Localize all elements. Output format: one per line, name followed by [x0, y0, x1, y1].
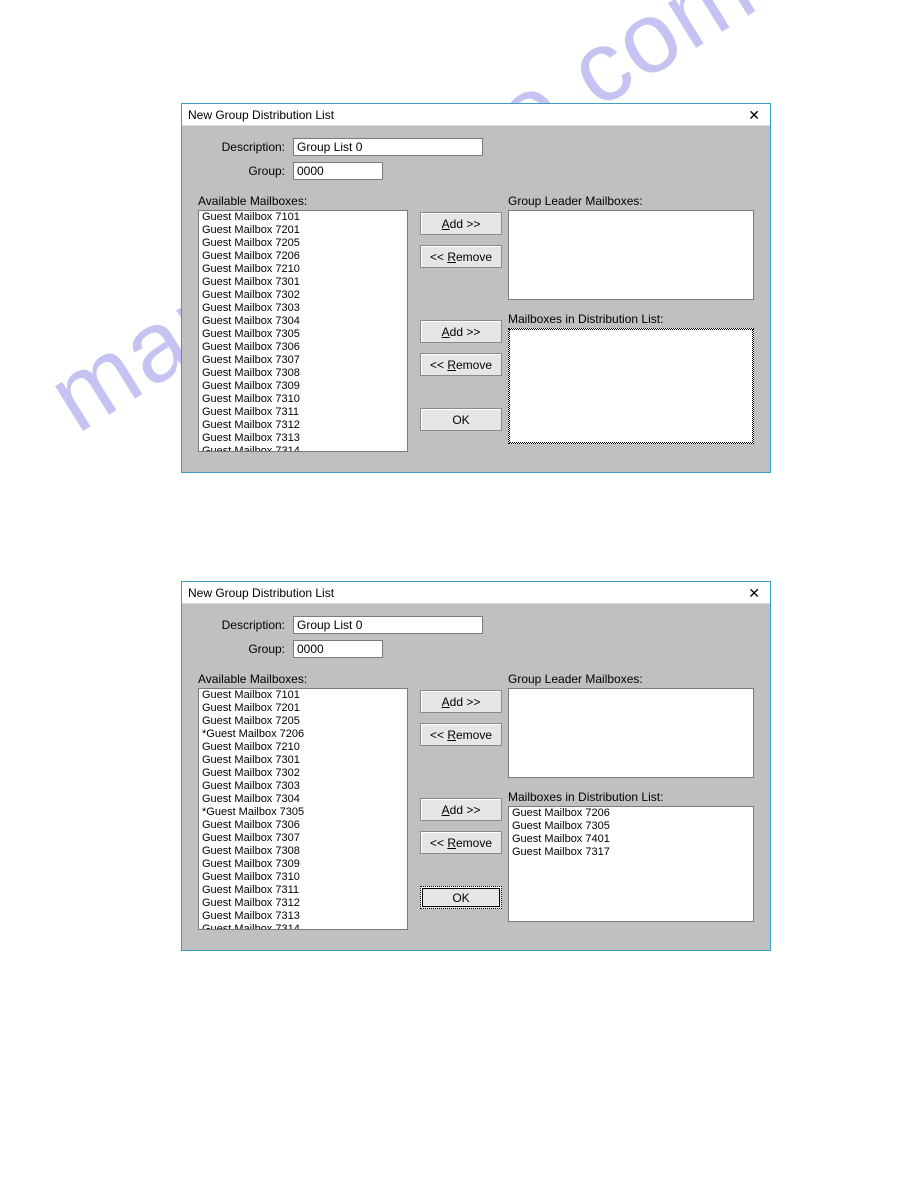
- add-dist-button[interactable]: Add >>: [420, 798, 502, 821]
- titlebar: New Group Distribution List ✕: [182, 582, 770, 604]
- list-item[interactable]: Guest Mailbox 7309: [199, 380, 407, 393]
- add-leader-button[interactable]: Add >>: [420, 690, 502, 713]
- group-label: Group:: [198, 164, 293, 178]
- list-item[interactable]: Guest Mailbox 7301: [199, 754, 407, 767]
- description-input[interactable]: [293, 138, 483, 156]
- list-item[interactable]: Guest Mailbox 7304: [199, 793, 407, 806]
- group-leader-list[interactable]: [508, 688, 754, 778]
- window-title: New Group Distribution List: [188, 586, 334, 600]
- group-leader-list[interactable]: [508, 210, 754, 300]
- list-item[interactable]: Guest Mailbox 7304: [199, 315, 407, 328]
- window-title: New Group Distribution List: [188, 108, 334, 122]
- available-mailboxes-list[interactable]: Guest Mailbox 7101Guest Mailbox 7201Gues…: [198, 210, 408, 452]
- list-item[interactable]: Guest Mailbox 7314: [199, 923, 407, 930]
- group-label: Group:: [198, 642, 293, 656]
- titlebar: New Group Distribution List ✕: [182, 104, 770, 126]
- list-item[interactable]: Guest Mailbox 7314: [199, 445, 407, 452]
- list-item[interactable]: Guest Mailbox 7308: [199, 367, 407, 380]
- list-item[interactable]: Guest Mailbox 7312: [199, 897, 407, 910]
- available-mailboxes-label: Available Mailboxes:: [198, 194, 408, 208]
- list-item[interactable]: Guest Mailbox 7205: [199, 715, 407, 728]
- dist-list[interactable]: Guest Mailbox 7206Guest Mailbox 7305Gues…: [508, 806, 754, 922]
- remove-leader-button[interactable]: << Remove: [420, 723, 502, 746]
- group-leader-label: Group Leader Mailboxes:: [508, 672, 754, 686]
- list-item[interactable]: Guest Mailbox 7311: [199, 884, 407, 897]
- list-item[interactable]: Guest Mailbox 7201: [199, 224, 407, 237]
- add-leader-button[interactable]: Add >>: [420, 212, 502, 235]
- list-item[interactable]: Guest Mailbox 7310: [199, 871, 407, 884]
- list-item[interactable]: Guest Mailbox 7306: [199, 341, 407, 354]
- available-mailboxes-label: Available Mailboxes:: [198, 672, 408, 686]
- list-item[interactable]: Guest Mailbox 7303: [199, 302, 407, 315]
- list-item[interactable]: Guest Mailbox 7313: [199, 910, 407, 923]
- list-item[interactable]: Guest Mailbox 7101: [199, 689, 407, 702]
- list-item[interactable]: Guest Mailbox 7317: [509, 846, 753, 859]
- dist-list-label: Mailboxes in Distribution List:: [508, 790, 754, 804]
- add-dist-button[interactable]: Add >>: [420, 320, 502, 343]
- list-item[interactable]: Guest Mailbox 7306: [199, 819, 407, 832]
- list-item[interactable]: Guest Mailbox 7312: [199, 419, 407, 432]
- list-item[interactable]: Guest Mailbox 7210: [199, 263, 407, 276]
- ok-button[interactable]: OK: [420, 886, 502, 909]
- group-input[interactable]: [293, 162, 383, 180]
- dist-list[interactable]: [508, 328, 754, 444]
- list-item[interactable]: Guest Mailbox 7307: [199, 354, 407, 367]
- list-item[interactable]: Guest Mailbox 7310: [199, 393, 407, 406]
- ok-button[interactable]: OK: [420, 408, 502, 431]
- group-leader-label: Group Leader Mailboxes:: [508, 194, 754, 208]
- list-item[interactable]: Guest Mailbox 7401: [509, 833, 753, 846]
- remove-dist-button[interactable]: << Remove: [420, 831, 502, 854]
- close-icon[interactable]: ✕: [744, 108, 764, 122]
- available-mailboxes-list[interactable]: Guest Mailbox 7101Guest Mailbox 7201Gues…: [198, 688, 408, 930]
- description-input[interactable]: [293, 616, 483, 634]
- remove-dist-button[interactable]: << Remove: [420, 353, 502, 376]
- list-item[interactable]: Guest Mailbox 7205: [199, 237, 407, 250]
- list-item[interactable]: Guest Mailbox 7305: [509, 820, 753, 833]
- list-item[interactable]: *Guest Mailbox 7206: [199, 728, 407, 741]
- list-item[interactable]: *Guest Mailbox 7305: [199, 806, 407, 819]
- list-item[interactable]: Guest Mailbox 7302: [199, 289, 407, 302]
- remove-leader-button[interactable]: << Remove: [420, 245, 502, 268]
- list-item[interactable]: Guest Mailbox 7308: [199, 845, 407, 858]
- dist-list-label: Mailboxes in Distribution List:: [508, 312, 754, 326]
- list-item[interactable]: Guest Mailbox 7101: [199, 211, 407, 224]
- list-item[interactable]: Guest Mailbox 7303: [199, 780, 407, 793]
- list-item[interactable]: Guest Mailbox 7301: [199, 276, 407, 289]
- list-item[interactable]: Guest Mailbox 7201: [199, 702, 407, 715]
- list-item[interactable]: Guest Mailbox 7302: [199, 767, 407, 780]
- list-item[interactable]: Guest Mailbox 7305: [199, 328, 407, 341]
- group-input[interactable]: [293, 640, 383, 658]
- close-icon[interactable]: ✕: [744, 586, 764, 600]
- list-item[interactable]: Guest Mailbox 7206: [509, 807, 753, 820]
- list-item[interactable]: Guest Mailbox 7206: [199, 250, 407, 263]
- description-label: Description:: [198, 618, 293, 632]
- dialog-new-group-dist-list: New Group Distribution List ✕ Descriptio…: [181, 581, 771, 951]
- list-item[interactable]: Guest Mailbox 7210: [199, 741, 407, 754]
- list-item[interactable]: Guest Mailbox 7309: [199, 858, 407, 871]
- list-item[interactable]: Guest Mailbox 7313: [199, 432, 407, 445]
- description-label: Description:: [198, 140, 293, 154]
- list-item[interactable]: Guest Mailbox 7307: [199, 832, 407, 845]
- dialog-new-group-dist-list: New Group Distribution List ✕ Descriptio…: [181, 103, 771, 473]
- list-item[interactable]: Guest Mailbox 7311: [199, 406, 407, 419]
